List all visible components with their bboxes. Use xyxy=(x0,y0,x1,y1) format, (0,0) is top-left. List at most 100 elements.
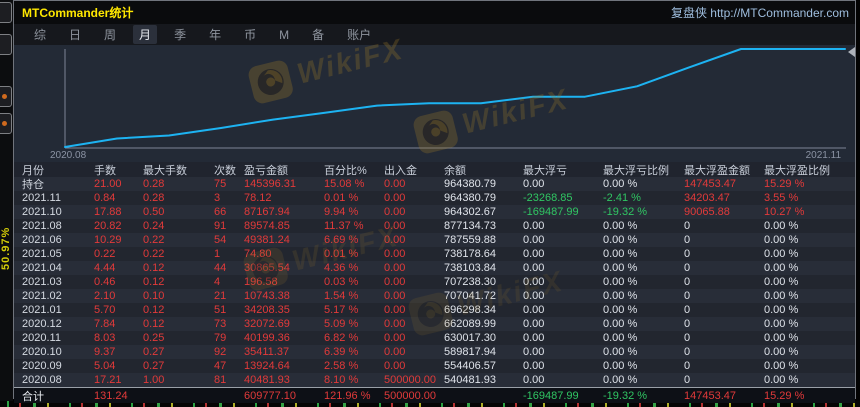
table-header-cell[interactable]: 手数 xyxy=(94,162,143,178)
table-row-cell: 0.25 xyxy=(143,332,165,344)
table-row-cell: 2021.01 xyxy=(22,304,62,316)
table-row-cell: 0.00 xyxy=(523,276,545,288)
table-row-cell: 0.12 xyxy=(143,262,165,274)
table-row-cell: 0.22 xyxy=(143,234,165,246)
table-header-cell[interactable]: 出入金 xyxy=(384,162,444,178)
table-row-cell: 0.00 xyxy=(384,220,406,232)
table-row-cell: 5.17 % xyxy=(324,304,359,316)
table-row-cell: 0.00 % xyxy=(603,290,638,302)
table-row-cell: 47 xyxy=(214,360,227,372)
table-row[interactable]: 2021.06 10.29 0.22 54 49381.24 6.69 % 0.00 7875… xyxy=(14,233,855,247)
table-header-cell[interactable]: 次数 xyxy=(214,162,244,178)
table-row[interactable]: 2021.08 20.82 0.24 91 89574.85 11.37 % 0.00 877… xyxy=(14,219,855,233)
table-total-row[interactable]: 合计 131.24 609777.10 121.96 % 500000.00 -16948… xyxy=(14,387,855,403)
table-row-cell: 0.00 % xyxy=(603,332,638,344)
table-row-cell: 0.00 % xyxy=(603,374,638,386)
table-row-cell: 0.00 % xyxy=(764,290,799,302)
table-row-cell: 0.27 xyxy=(143,360,165,372)
table-row[interactable]: 2021.03 0.46 0.12 4 196.58 0.03 % 0.00 707238.3… xyxy=(14,275,855,289)
table-row-cell: 0.00 % xyxy=(764,262,799,274)
table-row[interactable]: 2020.09 5.04 0.27 47 13924.64 2.58 % 0.00 55440… xyxy=(14,359,855,373)
table-row-cell: 0.00 xyxy=(523,234,545,246)
orange-dot-icon xyxy=(2,121,7,126)
menu-item-zonghe[interactable]: 综 xyxy=(28,25,52,44)
table-header-cell[interactable]: 最大浮亏 xyxy=(523,162,603,178)
table-row-cell: 662089.99 xyxy=(444,318,496,330)
menu-item-zhou[interactable]: 周 xyxy=(98,25,122,44)
table-header[interactable]: 月份 手数 最大手数 次数 盈亏金额 百分比% 出入金 余额 最大浮亏 最大浮亏比例 最大浮盈金额最… xyxy=(14,162,855,177)
background-toolbar-button[interactable] xyxy=(0,34,12,55)
table-row-cell: 0 xyxy=(684,234,691,246)
table-row-cell: 10.27 % xyxy=(764,206,805,218)
table-row-cell: 5.70 xyxy=(94,304,116,316)
table-row[interactable]: 2021.05 0.22 0.22 1 74.80 0.01 % 0.00 738178.64… xyxy=(14,247,855,261)
table-row[interactable]: 持仓 21.00 0.28 75 145396.31 15.08 % 0.00 964380.… xyxy=(14,177,855,191)
background-toolbar-button[interactable] xyxy=(0,2,12,23)
table-header-cell[interactable]: 百分比% xyxy=(324,162,384,178)
table-row-cell: 0.00 xyxy=(523,374,545,386)
table-row-cell: 0.00 xyxy=(384,234,406,246)
table-row-cell: 78.12 xyxy=(244,192,272,204)
table-row[interactable]: 2021.10 17.88 0.50 66 87167.94 9.94 % 0.00 9643… xyxy=(14,205,855,219)
table-row-cell: 0.00 % xyxy=(764,304,799,316)
table-row-cell: 0.00 xyxy=(384,304,406,316)
table-row-cell: 17.88 xyxy=(94,206,122,218)
table-row-cell: 10.29 xyxy=(94,234,122,246)
table-row-cell: 0.00 xyxy=(384,262,406,274)
table-header-cell[interactable]: 最大浮亏比例 xyxy=(603,162,684,178)
table-row[interactable]: 2020.10 9.37 0.27 92 35411.37 6.39 % 0.00 58981… xyxy=(14,345,855,359)
table-row-cell: 49381.24 xyxy=(244,234,290,246)
table-row[interactable]: 2021.11 0.84 0.28 3 78.12 0.01 % 0.00 964380.79… xyxy=(14,191,855,205)
table-row[interactable]: 2021.01 5.70 0.12 51 34208.35 5.17 % 0.00 69629… xyxy=(14,303,855,317)
table-row-cell: 92 xyxy=(214,346,227,358)
table-row-cell: 0.00 % xyxy=(764,220,799,232)
table-total-row-cell: 609777.10 xyxy=(244,389,296,402)
table-header-cell[interactable]: 最大浮盈金额 xyxy=(684,162,764,178)
table-row-cell: 0.00 xyxy=(384,276,406,288)
table-row[interactable]: 2020.11 8.03 0.25 79 40199.36 6.82 % 0.00 63001… xyxy=(14,331,855,345)
table-row-cell: 1 xyxy=(214,248,221,260)
table-row-cell: 0 xyxy=(684,374,691,386)
menu-item-yue[interactable]: 月 xyxy=(133,25,158,44)
table-header-cell[interactable]: 最大手数 xyxy=(143,162,214,178)
table-row-cell: 15.29 % xyxy=(764,178,805,190)
background-toolbar-button[interactable] xyxy=(0,113,12,134)
table-total-row-cell: 15.29 % xyxy=(764,389,805,402)
table-row-cell: 13924.64 xyxy=(244,360,290,372)
table-row-cell: 91 xyxy=(214,220,227,232)
table-row[interactable]: 2020.08 17.21 1.00 81 40481.93 8.10 % 500000.0… xyxy=(14,373,855,387)
table-row-cell: 2020.11 xyxy=(22,332,61,344)
table-row-cell: 0.22 xyxy=(94,248,116,260)
background-toolbar-button[interactable] xyxy=(0,86,12,107)
menu-item-nian[interactable]: 年 xyxy=(203,25,227,44)
table-total-row-cell: -169487.99 xyxy=(523,389,579,402)
table-row-cell: 0.12 xyxy=(143,276,165,288)
table-row-cell: 40481.93 xyxy=(244,374,290,386)
table-row-cell: 0.00 xyxy=(384,248,406,260)
menu-item-bei[interactable]: 备 xyxy=(306,25,330,44)
menu-item-ji[interactable]: 季 xyxy=(168,25,192,44)
table-header-cell[interactable]: 余额 xyxy=(444,162,523,178)
table-row-cell: 0.00 % xyxy=(603,178,638,190)
table-row[interactable]: 2021.02 2.10 0.10 21 10743.38 1.54 % 0.00 70704… xyxy=(14,289,855,303)
window-title: MTCommander统计 xyxy=(22,6,134,20)
table-total-row-cell: -19.32 % xyxy=(603,389,648,402)
table-row-cell: 738103.84 xyxy=(444,262,496,274)
table-row[interactable]: 2020.12 7.84 0.12 73 32072.69 5.09 % 0.00 66208… xyxy=(14,317,855,331)
table-row-cell: 40199.36 xyxy=(244,332,290,344)
menu-item-bi[interactable]: 币 xyxy=(238,25,262,44)
chart-scroll-arrow-icon[interactable] xyxy=(848,47,855,57)
table-row-cell: 持仓 xyxy=(22,179,44,191)
brand-link-label: 复盘侠 http://MTCommander.com xyxy=(670,6,849,20)
table-header-cell[interactable]: 盈亏金额 xyxy=(244,162,324,178)
table-row-cell: -19.32 % xyxy=(603,206,648,218)
table-row-cell: 0.00 % xyxy=(764,234,799,246)
table-header-cell[interactable]: 最大浮盈比例 xyxy=(764,162,859,178)
menu-item-zhanghu[interactable]: 账户 xyxy=(341,25,377,44)
table-row-cell: 554406.57 xyxy=(444,360,496,372)
menu-item-ri[interactable]: 日 xyxy=(63,25,87,44)
table-row[interactable]: 2021.04 4.44 0.12 44 30865.54 4.36 % 0.00 73810… xyxy=(14,261,855,275)
table-row-cell: 0.00 % xyxy=(764,360,799,372)
menu-item-m[interactable]: M xyxy=(273,27,295,43)
table-row-cell: 0.00 % xyxy=(764,374,799,386)
